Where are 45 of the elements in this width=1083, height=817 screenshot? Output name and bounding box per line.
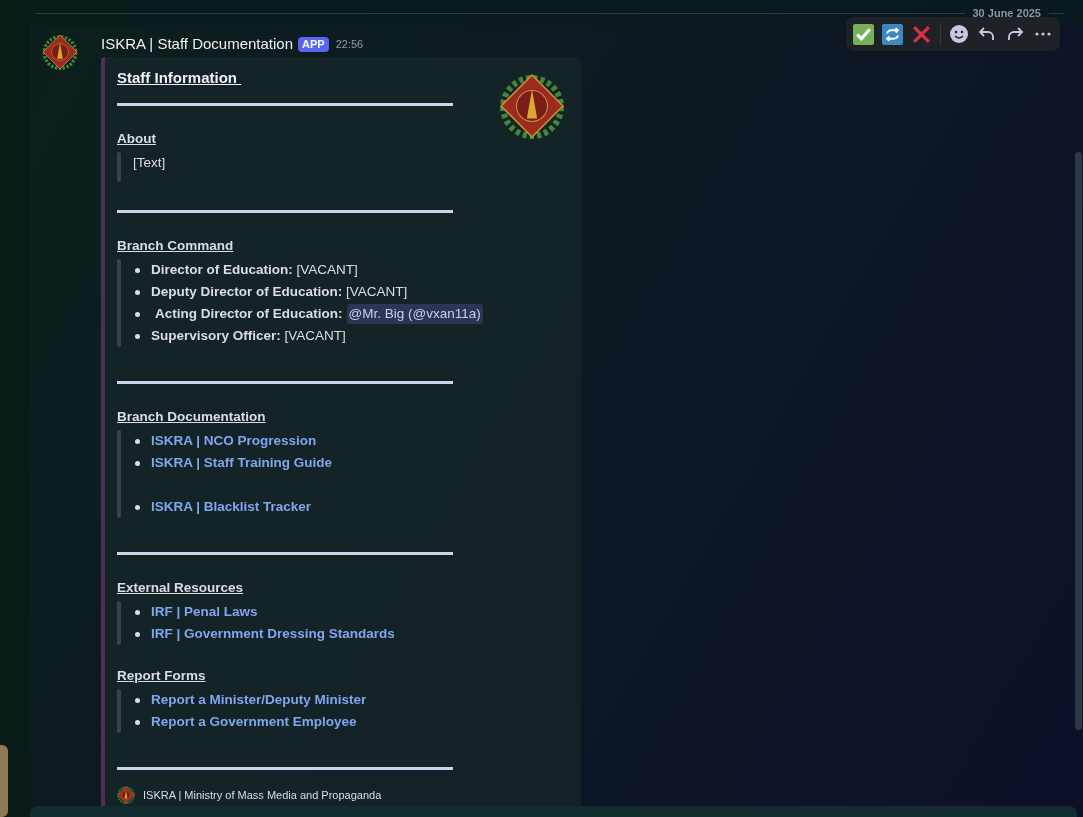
list-item-text: Director of Education: [VACANT] bbox=[151, 260, 358, 279]
bullet-icon bbox=[135, 504, 140, 510]
list-item-label: Acting Director of Education: bbox=[155, 304, 343, 323]
repeat-icon[interactable] bbox=[882, 23, 903, 45]
avatar-emblem bbox=[42, 34, 78, 70]
user-mention[interactable]: @Mr. Big (@vxan11a) bbox=[346, 303, 483, 325]
smiley-icon[interactable] bbox=[949, 24, 969, 44]
document-link[interactable]: IRF | Government Dressing Standards bbox=[151, 623, 395, 645]
document-link[interactable]: Report a Minister/Deputy Minister bbox=[151, 689, 367, 711]
bullet-icon bbox=[135, 609, 140, 615]
embed-emblem bbox=[499, 73, 565, 139]
close-icon[interactable] bbox=[911, 23, 932, 45]
bullet-icon bbox=[135, 267, 140, 273]
quote-text: [Text] bbox=[132, 154, 166, 172]
section-heading: Branch Documentation bbox=[117, 408, 266, 426]
app-badge: APP bbox=[298, 36, 329, 52]
author-name[interactable]: ISKRA | Staff Documentation bbox=[101, 32, 294, 56]
document-link[interactable]: ISKRA | Staff Training Guide bbox=[151, 452, 333, 474]
section-heading: About bbox=[117, 130, 156, 148]
cut-off-tile bbox=[0, 745, 8, 817]
bullet-icon bbox=[135, 333, 140, 339]
list-item-text: Supervisory Officer: [VACANT] bbox=[151, 326, 346, 345]
bullet-icon bbox=[135, 697, 140, 703]
bullet-icon bbox=[135, 460, 140, 466]
bullet-icon bbox=[135, 289, 140, 295]
document-link[interactable]: ISKRA | Blacklist Tracker bbox=[151, 496, 312, 518]
footer-emblem bbox=[117, 786, 135, 804]
message-input-bar[interactable] bbox=[30, 806, 1077, 817]
date-divider: 30 June 2025 bbox=[972, 5, 1041, 21]
embed-title[interactable]: Staff Information bbox=[117, 67, 242, 89]
bullet-icon bbox=[135, 438, 140, 444]
bullet-icon bbox=[135, 311, 140, 317]
list-item-text: Deputy Director of Education: [VACANT] bbox=[151, 282, 408, 301]
section-heading: Branch Command bbox=[117, 237, 234, 255]
scrollbar[interactable] bbox=[1075, 152, 1082, 730]
embed-footer: ISKRA | Ministry of Mass Media and Propaganda bbox=[143, 786, 382, 804]
bullet-icon bbox=[135, 719, 140, 725]
check-icon[interactable] bbox=[853, 23, 874, 45]
document-link[interactable]: ISKRA | NCO Progression bbox=[151, 430, 317, 452]
section-heading: External Resources bbox=[117, 579, 244, 597]
section-heading: Report Forms bbox=[117, 667, 206, 685]
document-link[interactable]: IRF | Penal Laws bbox=[151, 601, 258, 623]
message-time: 22:56 bbox=[335, 36, 364, 52]
document-link[interactable]: Report a Government Employee bbox=[151, 711, 357, 733]
bullet-icon bbox=[135, 631, 140, 637]
